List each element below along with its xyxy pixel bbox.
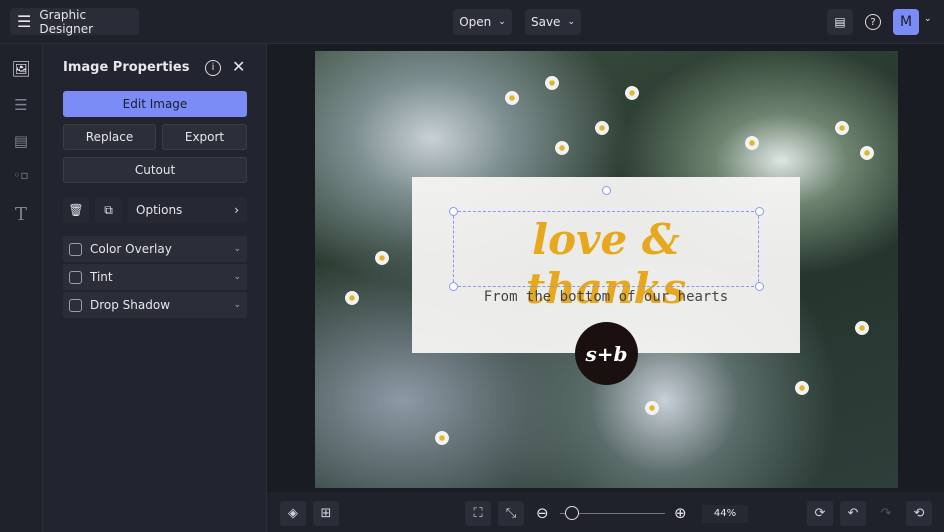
help-icon: ? [865, 14, 881, 30]
save-menu-button[interactable]: Save ⌄ [525, 9, 581, 35]
edit-image-button[interactable]: Edit Image [63, 91, 247, 117]
layout-tool-icon[interactable]: ▤ [11, 132, 31, 152]
open-label: Open [459, 15, 492, 29]
layers-button[interactable]: ◈ [280, 501, 306, 526]
drop-shadow-checkbox[interactable] [69, 298, 82, 312]
options-label: Options [136, 203, 183, 217]
color-overlay-accordion[interactable]: Color Overlay ⌄ [63, 236, 247, 262]
options-button[interactable]: Options › [128, 197, 247, 223]
shapes-tool-icon[interactable]: ◦▫ [11, 168, 31, 188]
chevron-down-icon: ⌄ [233, 244, 241, 254]
grid-button[interactable]: ⊞ [313, 501, 339, 526]
chevron-right-icon: › [234, 203, 239, 217]
design-canvas[interactable]: love & thanks From the bottom of our hea… [315, 51, 898, 488]
delete-button[interactable]: 🗑 [63, 197, 89, 223]
close-icon[interactable]: ✕ [232, 57, 245, 76]
app-menu-button[interactable]: ☰ Graphic Designer [10, 7, 139, 36]
app-title: Graphic Designer [39, 7, 94, 36]
info-icon[interactable]: i [205, 60, 221, 76]
export-button[interactable]: Export [162, 124, 247, 150]
chevron-down-icon: ⌄ [233, 300, 241, 310]
chevron-down-icon: ⌄ [567, 17, 575, 27]
text-tool-icon[interactable]: T [11, 204, 31, 225]
rotate-handle[interactable] [602, 186, 611, 195]
redo-icon: ↷ [880, 506, 892, 521]
bottom-toolbar: ◈ ⊞ ⛶ ⤡ ⊖ ⊕ 44% ⟳ ↶ ↷ ⟲ [267, 492, 944, 532]
zoom-in-icon[interactable]: ⊕ [674, 504, 687, 522]
help-button[interactable]: ? [860, 9, 886, 35]
hamburger-icon: ☰ [17, 12, 32, 31]
reset-button[interactable]: ⟳ [807, 501, 833, 526]
logo-badge[interactable]: s+b [575, 322, 638, 385]
undo-button[interactable]: ↶ [840, 501, 866, 526]
redo-button[interactable]: ↷ [873, 501, 899, 526]
tint-accordion[interactable]: Tint ⌄ [63, 264, 247, 290]
shrink-button[interactable]: ⤡ [498, 501, 524, 526]
cutout-button[interactable]: Cutout [63, 157, 247, 183]
expand-icon: ⛶ [473, 506, 483, 521]
top-bar: ☰ Graphic Designer Open ⌄ Save ⌄ ▤ ? M ⌄ [0, 0, 944, 44]
grid-icon: ⊞ [320, 506, 332, 521]
duplicate-icon: ⧉ [104, 202, 113, 217]
resize-handle[interactable] [755, 207, 764, 216]
accordion-label: Drop Shadow [90, 298, 171, 312]
replace-button[interactable]: Replace [63, 124, 156, 150]
chevron-down-icon: ⌄ [233, 272, 241, 282]
refresh-icon: ⟳ [814, 506, 826, 521]
layers-icon: ◈ [288, 506, 298, 521]
trash-icon: 🗑 [68, 203, 84, 217]
duplicate-button[interactable]: ⧉ [95, 197, 122, 223]
panel-title: Image Properties [63, 60, 190, 75]
image-properties-panel: Image Properties i ✕ Edit Image Replace … [43, 44, 267, 532]
fit-screen-button[interactable]: ⛶ [465, 501, 491, 526]
zoom-slider[interactable] [560, 506, 665, 520]
tint-checkbox[interactable] [69, 270, 82, 284]
zoom-slider-thumb[interactable] [564, 506, 579, 520]
accordion-label: Color Overlay [90, 242, 172, 256]
undo-icon: ↶ [847, 506, 859, 521]
save-label: Save [530, 15, 561, 29]
comment-icon: ▤ [834, 15, 846, 29]
color-overlay-checkbox[interactable] [69, 242, 82, 256]
account-chevron-icon[interactable]: ⌄ [924, 14, 932, 24]
collapse-icon: ⤡ [505, 506, 517, 521]
avatar-initial: M [899, 14, 913, 30]
open-menu-button[interactable]: Open ⌄ [453, 9, 512, 35]
zoom-out-icon[interactable]: ⊖ [536, 504, 549, 522]
drop-shadow-accordion[interactable]: Drop Shadow ⌄ [63, 292, 247, 318]
resize-handle[interactable] [449, 207, 458, 216]
chevron-down-icon: ⌄ [498, 17, 506, 27]
history-icon: ⟲ [913, 506, 925, 521]
subtitle-text[interactable]: From the bottom of our hearts [412, 289, 800, 305]
zoom-level[interactable]: 44% [702, 505, 748, 523]
history-button[interactable]: ⟲ [906, 501, 932, 526]
avatar[interactable]: M [893, 9, 919, 35]
selection-box [453, 211, 759, 287]
accordion-label: Tint [90, 270, 113, 284]
comments-button[interactable]: ▤ [827, 9, 853, 35]
tool-rail: 🖼 ☰ ▤ ◦▫ T [0, 44, 43, 532]
logo-text: s+b [585, 341, 628, 366]
image-tool-icon[interactable]: 🖼 [11, 60, 31, 80]
adjustments-tool-icon[interactable]: ☰ [11, 96, 31, 116]
